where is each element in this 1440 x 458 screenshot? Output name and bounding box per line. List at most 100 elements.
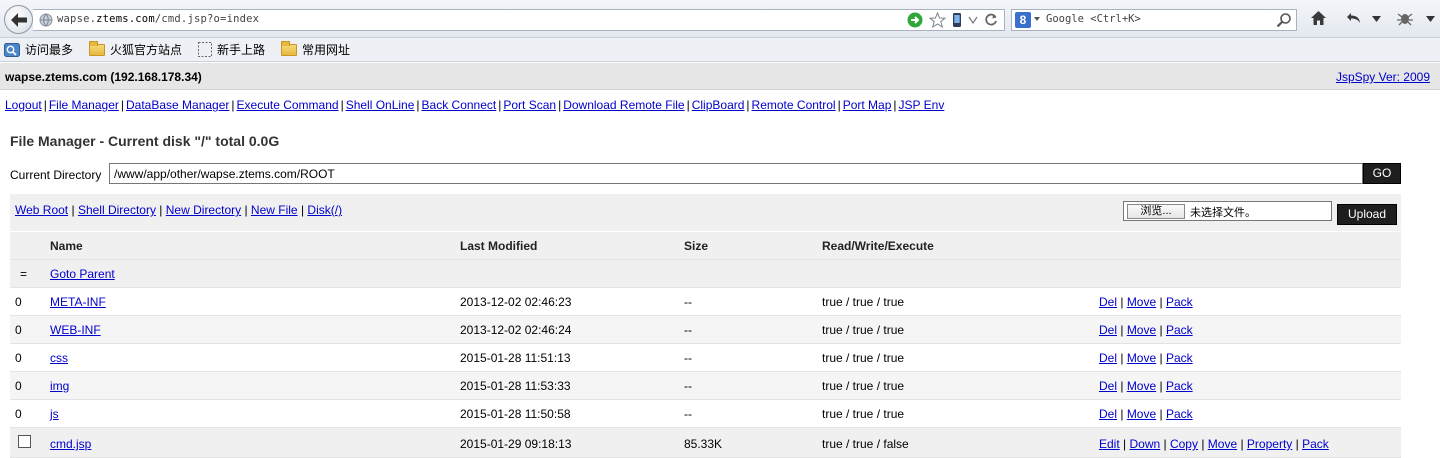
quick-links: Web Root | Shell Directory | New Directo… [15,203,343,217]
goto-parent-link[interactable]: Goto Parent [50,267,115,281]
pack-link[interactable]: Pack [1166,295,1193,309]
search-engine-icon[interactable]: 8 [1015,12,1031,28]
disk-link[interactable]: Disk(/) [307,203,342,217]
search-icon[interactable] [1276,12,1292,28]
pack-link[interactable]: Pack [1166,379,1193,393]
menu-port-map[interactable]: Port Map [843,98,892,112]
no-file-selected-text: 未选择文件。 [1190,207,1256,219]
menu-clipboard[interactable]: ClipBoard [692,98,745,112]
goto-parent-row: = Goto Parent [10,260,1401,288]
search-engine-dropdown-icon[interactable] [1034,17,1040,21]
page-title: File Manager - Current disk "/" total 0.… [10,133,280,149]
permissions: true / true / false [822,437,909,451]
bookmark-label: 火狐官方站点 [110,43,183,57]
most-visited-icon [4,42,20,57]
move-link[interactable]: Move [1127,351,1156,365]
menu-download-remote-file[interactable]: Download Remote File [563,98,684,112]
del-link[interactable]: Del [1099,295,1117,309]
chevron-down-icon [1426,16,1435,22]
move-link[interactable]: Move [1127,407,1156,421]
web-root-link[interactable]: Web Root [15,203,68,217]
file-name-link[interactable]: css [50,351,68,365]
undo-arrow-icon [1347,13,1360,23]
menu-shell-online[interactable]: Shell OnLine [346,98,415,112]
row-actions: Del | Move | Pack [1099,295,1193,309]
file-size: -- [684,295,692,309]
reload-icon[interactable] [984,13,998,27]
copy-link[interactable]: Copy [1170,437,1198,451]
new-file-link[interactable]: New File [251,203,298,217]
version-link[interactable]: JspSpy Ver: 2009 [1336,70,1430,84]
menu-remote-control[interactable]: Remote Control [752,98,836,112]
file-name-link[interactable]: WEB-INF [50,323,101,337]
bookmark-most-visited[interactable]: 访问最多 [4,41,73,58]
search-bar[interactable]: 8 Google <Ctrl+K> [1011,9,1297,31]
bookmarks-bar: 访问最多 火狐官方站点 新手上路 常用网址 [0,38,1440,62]
bookmark-getting-started[interactable]: 新手上路 [198,41,265,58]
file-checkbox[interactable] [18,435,31,448]
home-button[interactable] [1310,10,1327,26]
bookmark-common-sites[interactable]: 常用网址 [281,40,350,58]
table-header: Name Last Modified Size Read/Write/Execu… [10,232,1401,260]
history-dropdown-button[interactable] [1372,16,1381,22]
menu-back-connect[interactable]: Back Connect [422,98,497,112]
bookmark-firefox-site[interactable]: 火狐官方站点 [89,40,183,58]
file-name-link[interactable]: img [50,379,69,393]
menu-port-scan[interactable]: Port Scan [503,98,556,112]
go-arrow-icon[interactable] [907,12,923,28]
address-bar[interactable]: wapse.ztems.com/cmd.jsp?o=index [33,9,1005,31]
del-link[interactable]: Del [1099,379,1117,393]
browse-button[interactable]: 浏览... [1127,204,1185,219]
menu-dropdown-button[interactable] [1426,16,1435,22]
file-upload-field[interactable]: 浏览... 未选择文件。 [1123,201,1332,221]
move-link[interactable]: Move [1127,323,1156,337]
host-bar: wapse.ztems.com (192.168.178.34) JspSpy … [0,63,1440,90]
file-size: -- [684,379,692,393]
move-link[interactable]: Move [1127,379,1156,393]
table-row: 0 css 2015-01-28 11:51:13 -- true / true… [10,344,1401,372]
shell-directory-link[interactable]: Shell Directory [78,203,156,217]
down-link[interactable]: Down [1129,437,1160,451]
file-size: -- [684,351,692,365]
mobile-device-icon[interactable] [952,12,962,28]
pack-link[interactable]: Pack [1166,351,1193,365]
dropdown-arrow-icon[interactable] [968,16,978,24]
del-link[interactable]: Del [1099,407,1117,421]
pack-link[interactable]: Pack [1166,407,1193,421]
menu-logout[interactable]: Logout [5,98,42,112]
parent-marker: = [20,267,28,281]
property-link[interactable]: Property [1247,437,1292,451]
back-button[interactable] [4,5,33,34]
table-row: cmd.jsp 2015-01-29 09:18:13 85.33K true … [10,428,1401,458]
edit-link[interactable]: Edit [1099,437,1120,451]
home-icon [1311,11,1326,25]
new-directory-link[interactable]: New Directory [166,203,241,217]
del-link[interactable]: Del [1099,351,1117,365]
pack-link[interactable]: Pack [1302,437,1329,451]
menu-execute-command[interactable]: Execute Command [237,98,339,112]
row-selector: 0 [15,323,22,337]
row-selector: 0 [15,295,22,309]
del-link[interactable]: Del [1099,323,1117,337]
current-directory-input[interactable] [109,163,1363,184]
history-back-button[interactable] [1346,10,1362,26]
bookmark-star-icon[interactable] [929,12,946,28]
menu-database-manager[interactable]: DataBase Manager [126,98,229,112]
row-selector: 0 [15,407,22,421]
file-name-link[interactable]: js [50,407,59,421]
upload-button[interactable]: Upload [1337,204,1397,225]
move-link[interactable]: Move [1127,295,1156,309]
go-button[interactable]: GO [1363,163,1401,184]
last-modified: 2015-01-28 11:50:58 [460,407,571,421]
row-actions: Del | Move | Pack [1099,379,1193,393]
bookmark-label: 访问最多 [25,43,74,57]
move-link[interactable]: Move [1208,437,1237,451]
addon-button[interactable] [1396,10,1414,26]
chevron-down-icon [1372,16,1381,22]
file-name-link[interactable]: cmd.jsp [50,437,91,451]
menu-jsp-env[interactable]: JSP Env [899,98,945,112]
menu-file-manager[interactable]: File Manager [49,98,119,112]
header-size: Size [684,239,709,253]
pack-link[interactable]: Pack [1166,323,1193,337]
file-name-link[interactable]: META-INF [50,295,106,309]
